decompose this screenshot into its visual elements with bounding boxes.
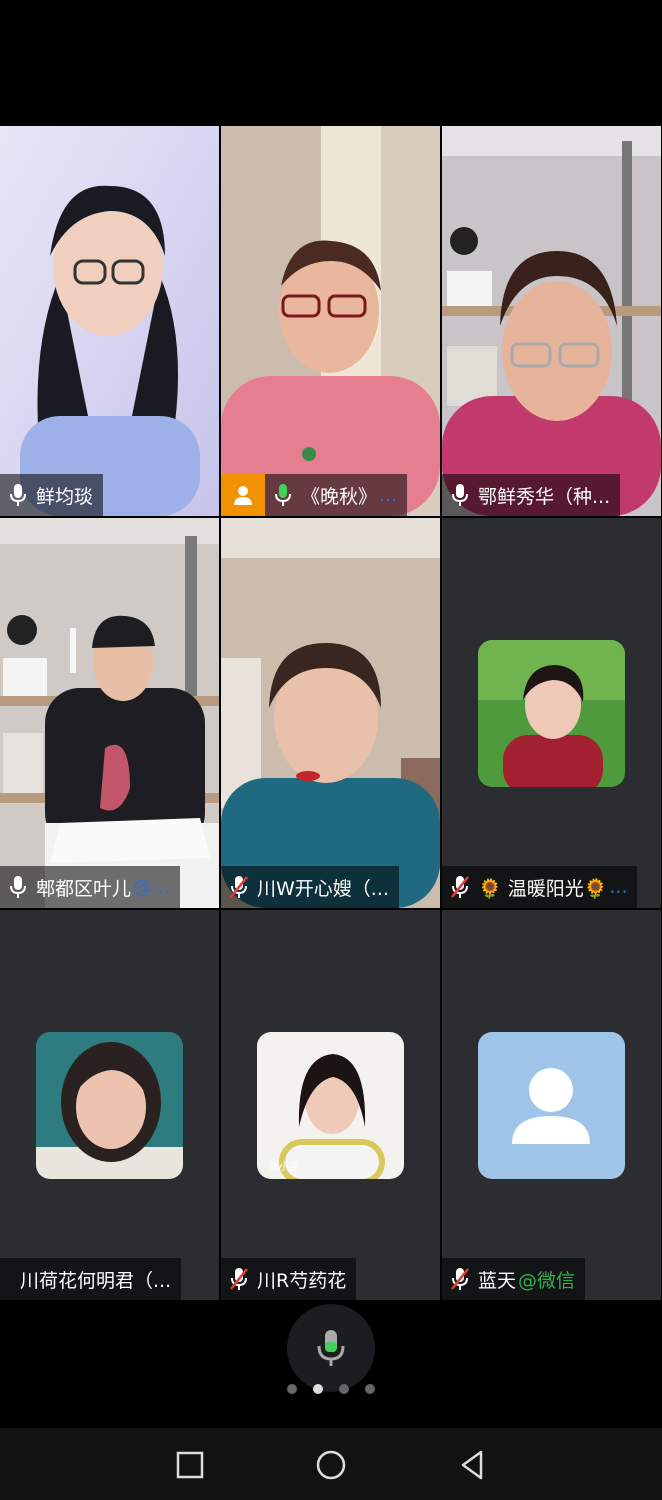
participant-name-suffix: @... bbox=[133, 876, 171, 898]
participant-name: 郫都区叶儿 bbox=[36, 877, 132, 900]
participant-name: 蓝天 bbox=[478, 1269, 517, 1292]
participant-name: 鄂鲜秀华（种... bbox=[478, 485, 611, 508]
participant-label: 蓝天 @微信 bbox=[442, 1258, 586, 1300]
mic-muted-icon bbox=[230, 1268, 248, 1290]
participant-tile[interactable]: 鲜均琰 bbox=[0, 126, 219, 516]
participant-name: 川荷花何明君（... bbox=[20, 1269, 172, 1292]
page-indicator bbox=[0, 1384, 662, 1394]
mic-icon bbox=[275, 484, 291, 506]
video-grid: 鲜均琰 《晚秋》 ... 鄂鲜秀华（种... 郫都区叶儿 @... 川W开心嫂（… bbox=[0, 126, 662, 1300]
mic-icon bbox=[452, 484, 468, 506]
participant-label: 郫都区叶儿 @... bbox=[0, 866, 181, 908]
participant-tile[interactable]: 川荷花何明君（... bbox=[0, 910, 219, 1300]
mic-icon bbox=[317, 1330, 345, 1366]
participant-tile[interactable]: 《晚秋》 ... bbox=[221, 126, 440, 516]
mic-muted-icon bbox=[230, 876, 248, 898]
avatar-caption: 张小兰 bbox=[269, 1160, 299, 1173]
page-dot[interactable] bbox=[339, 1384, 349, 1394]
participant-video bbox=[221, 518, 440, 908]
square-nav-icon[interactable] bbox=[173, 1448, 207, 1482]
system-navigation-bar bbox=[0, 1428, 662, 1500]
participant-tile[interactable]: 川W开心嫂（... bbox=[221, 518, 440, 908]
default-avatar-icon bbox=[478, 1032, 625, 1179]
participant-label: 川R芍药花 bbox=[221, 1258, 357, 1300]
triangle-nav-icon[interactable] bbox=[455, 1448, 489, 1482]
mic-icon bbox=[10, 876, 26, 898]
participant-name: 🌻 温暖阳光🌻 bbox=[478, 877, 608, 900]
participant-label: 🌻 温暖阳光🌻 ... bbox=[442, 866, 638, 908]
page-dot-current[interactable] bbox=[313, 1384, 323, 1394]
participant-tile[interactable]: 鄂鲜秀华（种... bbox=[442, 126, 661, 516]
participant-avatar bbox=[478, 640, 625, 787]
participant-name-suffix: @微信 bbox=[518, 1269, 576, 1292]
participant-label: 川W开心嫂（... bbox=[221, 866, 399, 908]
participant-name: 鲜均琰 bbox=[36, 485, 94, 508]
participant-name-suffix: ... bbox=[609, 876, 628, 898]
circle-nav-icon[interactable] bbox=[314, 1448, 348, 1482]
participant-label: 川荷花何明君（... bbox=[0, 1258, 182, 1300]
host-badge bbox=[221, 474, 265, 516]
participant-label: 鄂鲜秀华（种... bbox=[442, 474, 621, 516]
page-dot[interactable] bbox=[287, 1384, 297, 1394]
participant-avatar bbox=[36, 1032, 183, 1179]
participant-avatar: 张小兰 bbox=[257, 1032, 404, 1179]
participant-name-suffix: ... bbox=[379, 484, 398, 506]
mic-icon bbox=[10, 484, 26, 506]
participant-tile[interactable]: 张小兰 川R芍药花 bbox=[221, 910, 440, 1300]
participant-label: 《晚秋》 ... bbox=[265, 474, 408, 516]
meeting-controls bbox=[0, 1300, 662, 1428]
page-dot[interactable] bbox=[365, 1384, 375, 1394]
mic-toggle-button[interactable] bbox=[287, 1304, 375, 1392]
participant-tile[interactable]: 蓝天 @微信 bbox=[442, 910, 661, 1300]
participant-video bbox=[0, 126, 219, 516]
participant-video bbox=[442, 126, 661, 516]
participant-video bbox=[0, 518, 219, 908]
participant-video bbox=[221, 126, 440, 516]
participant-tile[interactable]: 🌻 温暖阳光🌻 ... bbox=[442, 518, 661, 908]
participant-name: 《晚秋》 bbox=[301, 485, 378, 508]
mic-muted-icon bbox=[451, 1268, 469, 1290]
participant-name: 川R芍药花 bbox=[257, 1269, 347, 1292]
mic-muted-icon bbox=[451, 876, 469, 898]
participant-name: 川W开心嫂（... bbox=[257, 877, 389, 900]
participant-label: 鲜均琰 bbox=[0, 474, 104, 516]
participant-avatar bbox=[478, 1032, 625, 1179]
participant-tile-active[interactable]: 郫都区叶儿 @... bbox=[0, 518, 219, 908]
host-icon bbox=[234, 486, 252, 505]
